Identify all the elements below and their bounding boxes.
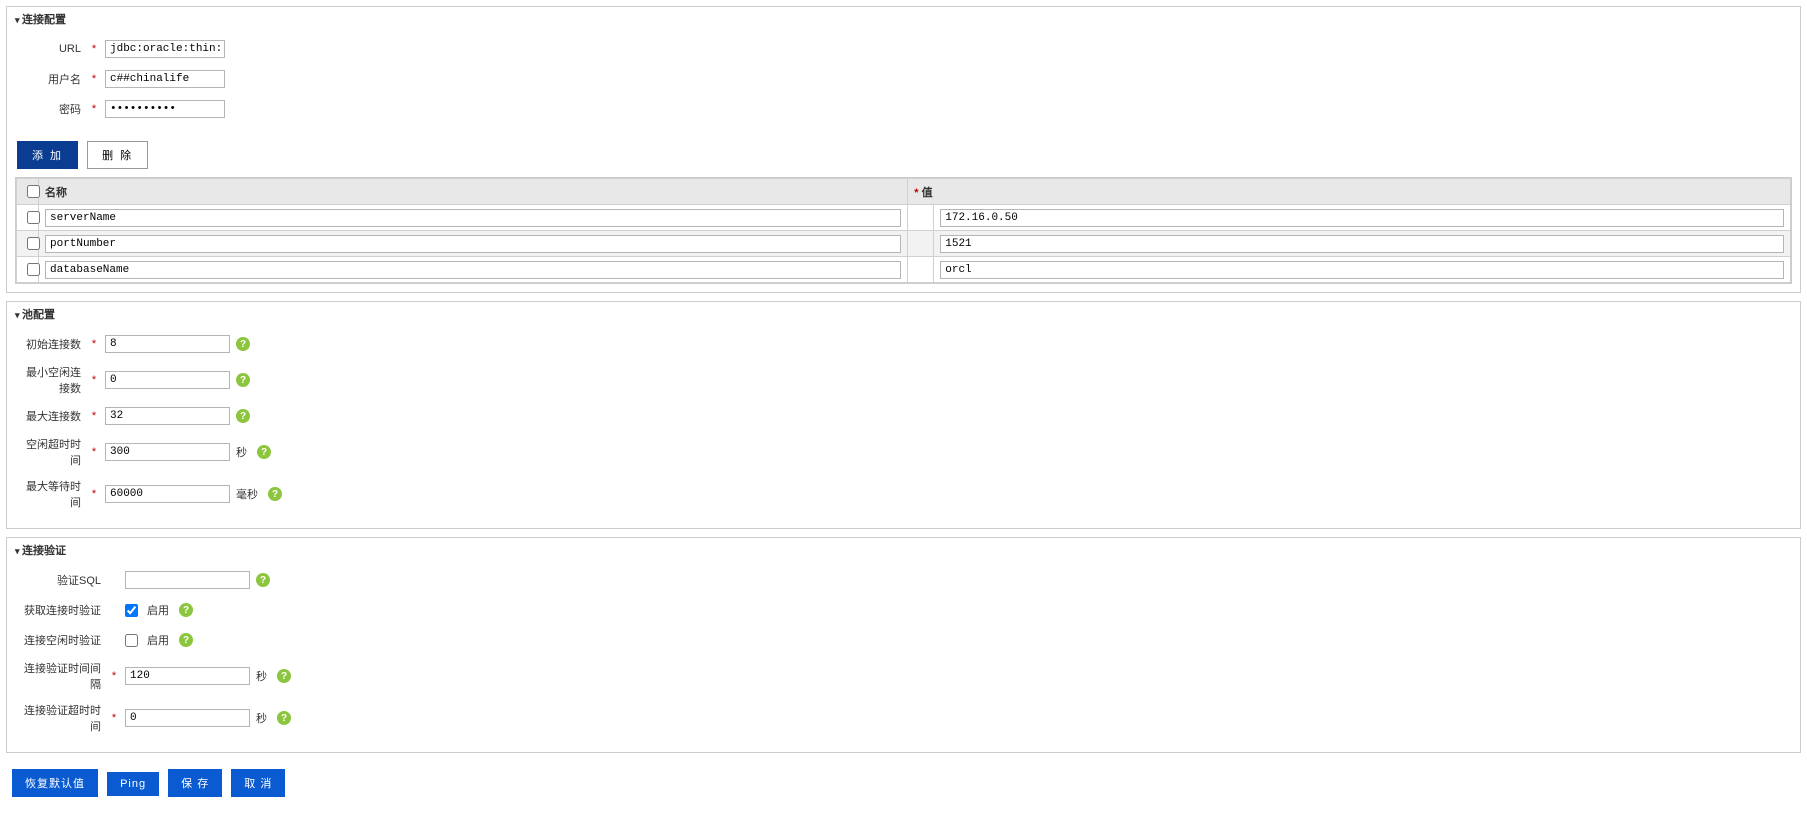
checkbox-validate-on-idle[interactable] xyxy=(125,634,138,647)
row-checkbox[interactable] xyxy=(27,263,40,276)
input-min-idle[interactable] xyxy=(105,371,230,389)
help-icon[interactable]: ? xyxy=(277,669,291,683)
input-username[interactable] xyxy=(105,70,225,88)
help-icon[interactable]: ? xyxy=(236,373,250,387)
label-enable: 启用 xyxy=(147,602,169,618)
required-marker: * xyxy=(87,446,101,458)
panel-pool-config: 池配置 初始连接数 * ? 最小空闲连接数 * ? 最大连接数 * ? 空闲超时… xyxy=(6,301,1801,529)
row-checkbox[interactable] xyxy=(27,211,40,224)
input-validation-sql[interactable] xyxy=(125,571,250,589)
label-idle-timeout: 空闲超时时间 xyxy=(17,436,87,468)
required-marker: * xyxy=(87,374,101,386)
help-icon[interactable]: ? xyxy=(236,409,250,423)
required-marker: * xyxy=(87,488,101,500)
label-validation-interval: 连接验证时间间隔 xyxy=(17,660,107,692)
input-property-value[interactable] xyxy=(940,261,1784,279)
add-button[interactable]: 添 加 xyxy=(17,141,78,169)
input-max-wait[interactable] xyxy=(105,485,230,503)
input-validation-interval[interactable] xyxy=(125,667,250,685)
label-min-idle: 最小空闲连接数 xyxy=(17,364,87,396)
input-property-name[interactable] xyxy=(45,235,901,253)
properties-table: 名称 值 xyxy=(16,178,1791,283)
row-checkbox[interactable] xyxy=(27,237,40,250)
input-password[interactable] xyxy=(105,100,225,118)
label-validate-on-borrow: 获取连接时验证 xyxy=(17,602,107,618)
col-name-header[interactable]: 名称 xyxy=(39,179,908,205)
label-initial-size: 初始连接数 xyxy=(17,336,87,352)
input-initial-size[interactable] xyxy=(105,335,230,353)
panel-connection-config: 连接配置 URL * 用户名 * 密码 * 添 加 删 除 xyxy=(6,6,1801,293)
unit-ms: 毫秒 xyxy=(236,486,258,502)
input-property-name[interactable] xyxy=(45,209,901,227)
cancel-button[interactable]: 取 消 xyxy=(231,769,285,797)
input-property-name[interactable] xyxy=(45,261,901,279)
help-icon[interactable]: ? xyxy=(256,573,270,587)
col-value-header[interactable]: 值 xyxy=(908,179,1791,205)
required-marker: * xyxy=(87,103,101,115)
panel-pool-header[interactable]: 池配置 xyxy=(7,302,1800,326)
select-all-checkbox[interactable] xyxy=(27,185,40,198)
ping-button[interactable]: Ping xyxy=(107,772,159,796)
label-username: 用户名 xyxy=(17,71,87,87)
table-row[interactable] xyxy=(17,257,1791,283)
input-url[interactable] xyxy=(105,40,225,58)
required-marker: * xyxy=(107,712,121,724)
panel-validation-header[interactable]: 连接验证 xyxy=(7,538,1800,562)
unit-seconds: 秒 xyxy=(256,668,267,684)
help-icon[interactable]: ? xyxy=(179,633,193,647)
label-max-wait: 最大等待时间 xyxy=(17,478,87,510)
label-validation-timeout: 连接验证超时时间 xyxy=(17,702,107,734)
label-max-active: 最大连接数 xyxy=(17,408,87,424)
required-marker: * xyxy=(87,43,101,55)
table-row[interactable] xyxy=(17,205,1791,231)
input-validation-timeout[interactable] xyxy=(125,709,250,727)
restore-defaults-button[interactable]: 恢复默认值 xyxy=(12,769,98,797)
unit-seconds: 秒 xyxy=(236,444,247,460)
panel-connection-header[interactable]: 连接配置 xyxy=(7,7,1800,31)
help-icon[interactable]: ? xyxy=(268,487,282,501)
checkbox-validate-on-borrow[interactable] xyxy=(125,604,138,617)
input-max-active[interactable] xyxy=(105,407,230,425)
unit-seconds: 秒 xyxy=(256,710,267,726)
delete-button[interactable]: 删 除 xyxy=(87,141,148,169)
input-property-value[interactable] xyxy=(940,235,1784,253)
required-marker: * xyxy=(87,410,101,422)
panel-connection-validation: 连接验证 验证SQL * ? 获取连接时验证 启用 ? 连接空闲时验证 启用 ?… xyxy=(6,537,1801,753)
save-button[interactable]: 保 存 xyxy=(168,769,222,797)
help-icon[interactable]: ? xyxy=(236,337,250,351)
required-marker: * xyxy=(87,338,101,350)
required-marker: * xyxy=(87,73,101,85)
label-validate-on-idle: 连接空闲时验证 xyxy=(17,632,107,648)
input-idle-timeout[interactable] xyxy=(105,443,230,461)
table-row[interactable] xyxy=(17,231,1791,257)
label-enable: 启用 xyxy=(147,632,169,648)
required-marker: * xyxy=(107,670,121,682)
input-property-value[interactable] xyxy=(940,209,1784,227)
help-icon[interactable]: ? xyxy=(179,603,193,617)
footer-bar: 恢复默认值 Ping 保 存 取 消 xyxy=(6,761,1801,811)
help-icon[interactable]: ? xyxy=(257,445,271,459)
label-password: 密码 xyxy=(17,101,87,117)
label-url: URL xyxy=(17,43,87,55)
help-icon[interactable]: ? xyxy=(277,711,291,725)
label-validation-sql: 验证SQL xyxy=(17,572,107,588)
